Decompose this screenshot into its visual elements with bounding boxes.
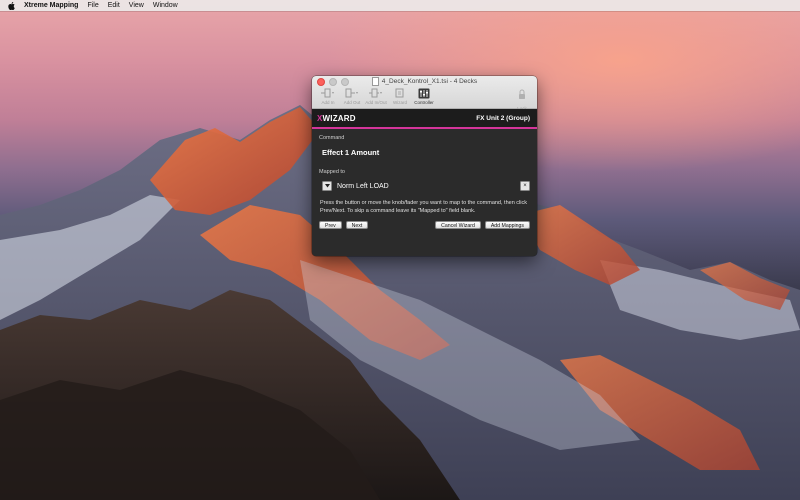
- toolbar-add-out-button[interactable]: Add Out: [340, 87, 364, 105]
- command-label: Command: [319, 135, 345, 141]
- wizard-group-label: FX Unit 2 (Group): [476, 114, 530, 122]
- toolbar-add-in-out-button[interactable]: Add In/Out: [364, 87, 388, 105]
- menu-edit[interactable]: Edit: [108, 0, 120, 11]
- mapped-to-label: Mapped to: [319, 169, 345, 175]
- toolbar-add-out-label: Add Out: [343, 100, 361, 105]
- toolbar-wizard-button[interactable]: Wizard: [388, 87, 412, 105]
- window-title-text: 4_Deck_Kontrol_X1.tsi - 4 Decks: [381, 78, 478, 85]
- mapped-to-dropdown-button[interactable]: [322, 181, 332, 191]
- cancel-wizard-button[interactable]: Cancel Wizard: [435, 221, 481, 229]
- toolbar-add-in-out-label: Add In/Out: [365, 100, 387, 105]
- add-mappings-button[interactable]: Add Mappings: [484, 221, 530, 229]
- close-icon: ×: [523, 183, 527, 189]
- wizard-icon: [394, 87, 406, 99]
- wizard-instructions: Press the button or move the knob/fader …: [320, 200, 527, 214]
- command-value: Effect 1 Amount: [322, 148, 380, 157]
- add-out-icon: [345, 87, 359, 99]
- menu-file[interactable]: File: [87, 0, 98, 11]
- chevron-down-icon: [324, 184, 330, 188]
- document-icon: [371, 77, 379, 86]
- app-window: 4_Deck_Kontrol_X1.tsi - 4 Decks Add In A…: [312, 76, 537, 256]
- wizard-logo: XWIZARD: [317, 114, 356, 123]
- lock-icon: [518, 87, 526, 105]
- toolbar: Add In Add Out Add In/Out Wizard Control…: [316, 87, 436, 105]
- window-title: 4_Deck_Kontrol_X1.tsi - 4 Decks: [312, 77, 537, 86]
- mapped-to-row: Norm Left LOAD ×: [319, 181, 530, 191]
- controller-icon: [418, 87, 430, 99]
- toolbar-wizard-label: Wizard: [392, 100, 407, 105]
- mapped-to-field[interactable]: Norm Left LOAD: [337, 183, 520, 190]
- wizard-button-row: Prev Next Cancel Wizard Add Mappings: [319, 221, 530, 229]
- toolbar-add-in-button[interactable]: Add In: [316, 87, 340, 105]
- toolbar-controller-button[interactable]: Controller: [412, 87, 436, 105]
- window-titlebar[interactable]: 4_Deck_Kontrol_X1.tsi - 4 Decks Add In A…: [312, 76, 537, 111]
- menu-window[interactable]: Window: [153, 0, 178, 11]
- clear-mapping-button[interactable]: ×: [520, 181, 530, 191]
- toolbar-controller-label: Controller: [414, 100, 434, 105]
- menu-view[interactable]: View: [129, 0, 144, 11]
- menu-app-name[interactable]: Xtreme Mapping: [24, 0, 78, 11]
- menu-bar: Xtreme Mapping File Edit View Window: [0, 0, 800, 11]
- toolbar-add-in-label: Add In: [321, 100, 335, 105]
- add-in-icon: [321, 87, 335, 99]
- apple-menu-icon[interactable]: [8, 1, 17, 10]
- prev-button[interactable]: Prev: [319, 221, 342, 229]
- wizard-header: XWIZARD FX Unit 2 (Group): [312, 109, 537, 129]
- add-in-out-icon: [369, 87, 383, 99]
- wizard-body: Command Effect 1 Amount Mapped to Norm L…: [312, 129, 537, 233]
- wizard-logo-text: WIZARD: [322, 113, 356, 123]
- toolbar-lock-button[interactable]: Lock: [512, 87, 532, 111]
- next-button[interactable]: Next: [345, 221, 369, 229]
